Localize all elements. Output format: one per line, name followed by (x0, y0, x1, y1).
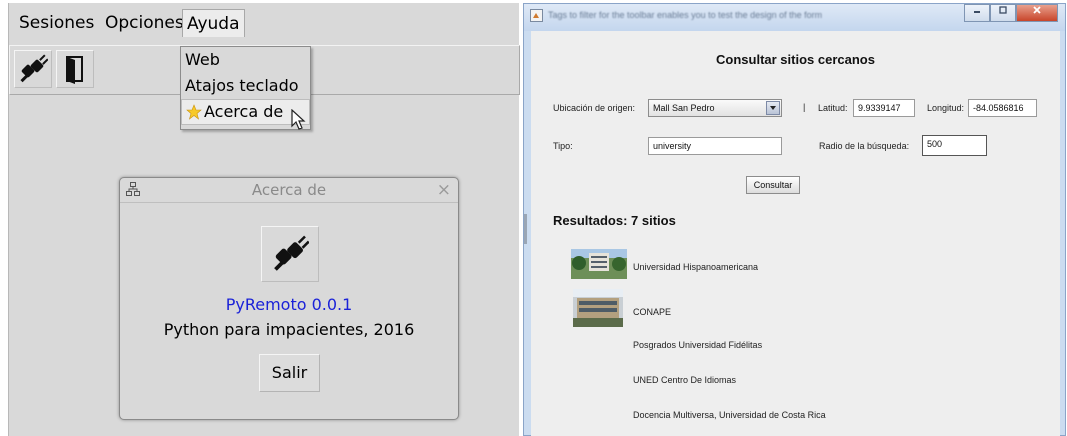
pyremoto-window: Sesiones Opciones Ayuda Web Atajos tecla… (8, 3, 520, 436)
page-title: Consultar sitios cercanos (716, 52, 875, 67)
salir-button[interactable]: Salir (259, 354, 320, 392)
about-dialog-title: Acerca de (251, 181, 327, 199)
window-titlebar[interactable]: Tags to filter for the toolbar enables y… (524, 4, 1065, 31)
maximize-button[interactable] (990, 4, 1016, 22)
result-name: UNED Centro De Idiomas (633, 375, 737, 385)
about-dialog-titlebar[interactable]: Acerca de × (120, 178, 458, 203)
separator: | (803, 102, 806, 112)
result-name: CONAPE (633, 307, 672, 317)
result-name: Posgrados Universidad Fidélitas (633, 340, 763, 350)
menu-opciones[interactable]: Opciones (101, 9, 188, 37)
close-icon (1033, 6, 1041, 14)
menu-item-atajos[interactable]: Atajos teclado (181, 73, 310, 99)
minimize-button[interactable] (964, 4, 990, 22)
close-icon[interactable]: × (437, 180, 451, 200)
resize-handle[interactable] (524, 214, 527, 244)
star-icon (186, 104, 202, 120)
plug-icon (274, 235, 309, 271)
place-photo (573, 289, 623, 327)
origin-select-value: Mall San Pedro (653, 103, 715, 113)
lat-label: Latitud: (818, 103, 848, 113)
place-photo (571, 249, 627, 279)
window-controls (964, 4, 1058, 22)
origin-label: Ubicación de origen: (553, 103, 636, 113)
radius-label: Radio de la búsqueda: (819, 141, 910, 151)
exit-door-icon (66, 56, 83, 84)
connect-button[interactable] (14, 50, 52, 88)
window-content: Consultar sitios cercanos Ubicación de o… (531, 31, 1060, 436)
chevron-down-icon[interactable] (766, 101, 780, 115)
menu-item-web[interactable]: Web (181, 47, 310, 73)
java-window: Tags to filter for the toolbar enables y… (523, 3, 1066, 436)
menubar: Sesiones Opciones Ayuda (9, 3, 519, 39)
result-name: Docencia Multiversa, Universidad de Cost… (633, 410, 826, 420)
exit-button[interactable] (56, 50, 94, 88)
lon-field[interactable]: -84.0586816 (968, 99, 1037, 117)
type-field[interactable]: university (648, 137, 782, 155)
app-subtitle: Python para impacientes, 2016 (163, 320, 415, 339)
app-logo-button[interactable] (261, 226, 319, 282)
mouse-cursor-icon (291, 109, 306, 130)
type-label: Tipo: (553, 141, 573, 151)
result-name: Universidad Hispanoamericana (633, 262, 759, 272)
lon-label: Longitud: (927, 103, 965, 113)
lat-field[interactable]: 9.9339147 (853, 99, 915, 117)
minimize-icon (974, 11, 980, 13)
consultar-button[interactable]: Consultar (746, 176, 800, 194)
origin-select[interactable]: Mall San Pedro (648, 99, 782, 117)
app-name: PyRemoto 0.0.1 (225, 295, 353, 314)
results-title: Resultados: 7 sitios (553, 213, 676, 228)
menu-item-acerca-label: Acerca de (204, 102, 284, 121)
radius-field[interactable]: 500 (922, 135, 987, 156)
window-title: Tags to filter for the toolbar enables y… (548, 10, 823, 20)
about-dialog: Acerca de × PyRemoto 0.0.1 Python para i… (119, 177, 459, 420)
menu-ayuda[interactable]: Ayuda (182, 9, 245, 37)
close-window-button[interactable] (1016, 4, 1058, 22)
menu-sesiones[interactable]: Sesiones (15, 9, 98, 37)
plug-icon (20, 54, 48, 83)
java-app-icon (530, 9, 543, 22)
maximize-icon (999, 6, 1007, 14)
